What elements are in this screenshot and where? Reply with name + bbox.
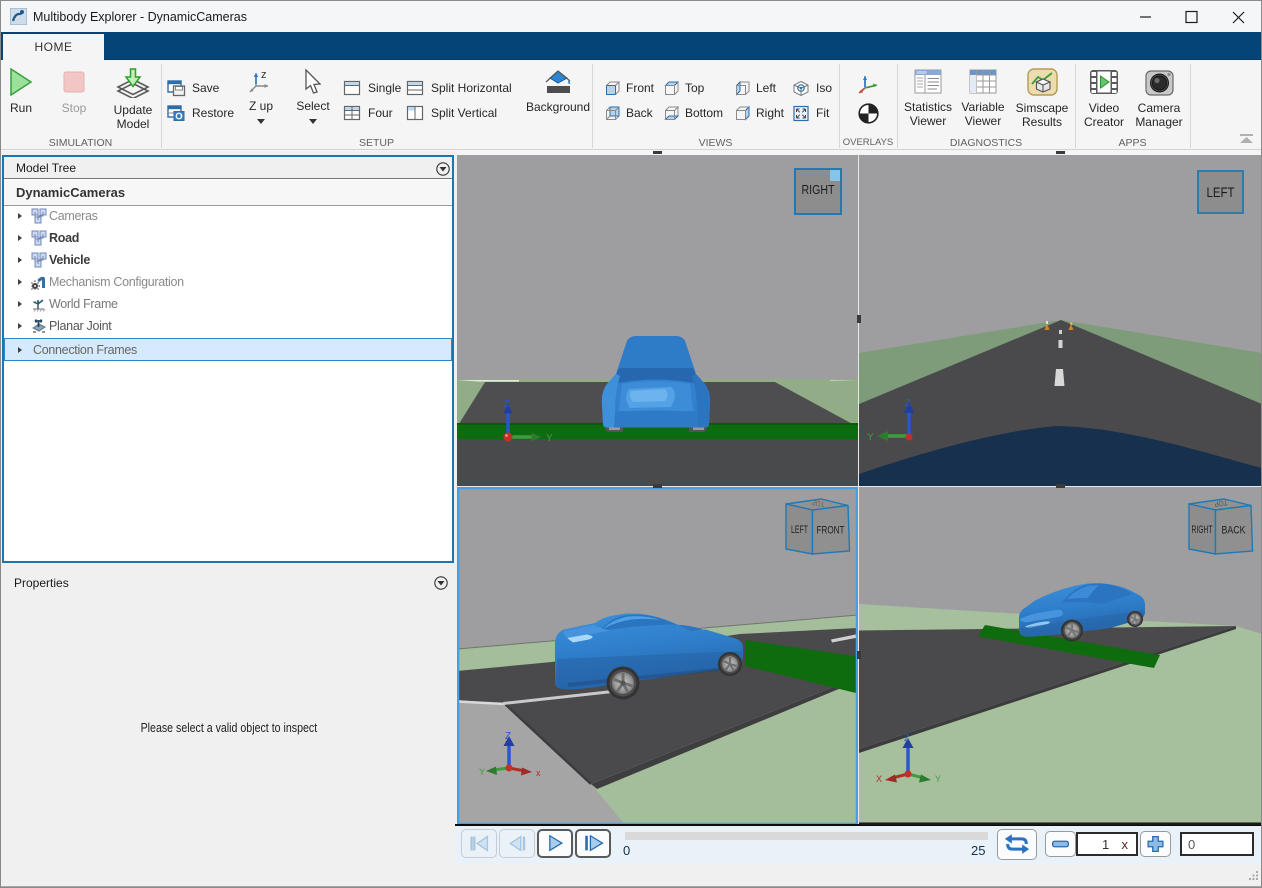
svg-text:Z: Z (905, 398, 911, 409)
svg-text:BACK: BACK (1222, 525, 1247, 537)
svg-text:Y: Y (479, 767, 485, 777)
svg-text:z: z (261, 69, 267, 81)
svg-text:LEFT: LEFT (791, 524, 808, 536)
svg-text:Z: Z (505, 731, 511, 742)
svg-text:Z: Z (504, 399, 510, 410)
svg-text:x: x (536, 768, 541, 778)
svg-text:RIGHT: RIGHT (802, 182, 835, 197)
svg-text:X: X (876, 774, 882, 784)
svg-text:LEFT: LEFT (1207, 185, 1235, 200)
svg-text:Y: Y (546, 433, 553, 444)
svg-text:Y: Y (867, 432, 874, 443)
svg-text:FRONT: FRONT (817, 525, 845, 537)
svg-text:RIGHT: RIGHT (1192, 524, 1213, 536)
svg-text:Y: Y (935, 774, 941, 784)
svg-text:Z: Z (904, 733, 910, 743)
